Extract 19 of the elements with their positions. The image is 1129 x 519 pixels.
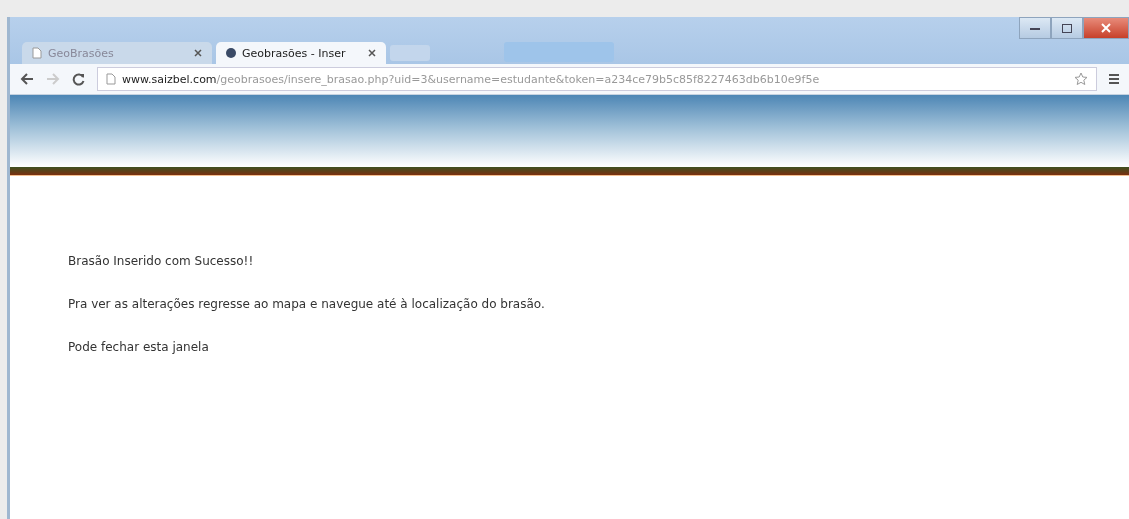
close-icon[interactable]	[368, 49, 376, 57]
page-icon	[32, 47, 42, 59]
close-button[interactable]	[1083, 17, 1129, 39]
maximize-icon	[1062, 23, 1072, 33]
close-icon[interactable]	[194, 49, 202, 57]
page-icon	[106, 73, 116, 85]
message-text: Brasão Inserido com Sucesso!!	[68, 254, 255, 268]
browser-tab[interactable]: Geobrasões - Inser	[216, 42, 386, 64]
menu-icon[interactable]	[1109, 73, 1119, 85]
minimize-icon	[1030, 26, 1040, 30]
message-text: Pode fechar esta janela	[68, 340, 210, 354]
minimize-button[interactable]	[1019, 17, 1051, 39]
address-bar[interactable]: www.saizbel.com/geobrasoes/insere_brasao.php?uid=3&username=estudante&token=a234ce79b5c85f8227463db6b10e9f5e	[97, 67, 1097, 91]
close-icon	[1101, 23, 1111, 33]
reload-icon[interactable]	[72, 72, 85, 86]
maximize-button[interactable]	[1051, 17, 1083, 39]
message-text: Pra ver as alterações regresse ao mapa e navegue até à localização do brasão.	[68, 297, 546, 311]
back-icon[interactable]	[20, 73, 34, 85]
star-icon[interactable]	[1074, 72, 1088, 86]
